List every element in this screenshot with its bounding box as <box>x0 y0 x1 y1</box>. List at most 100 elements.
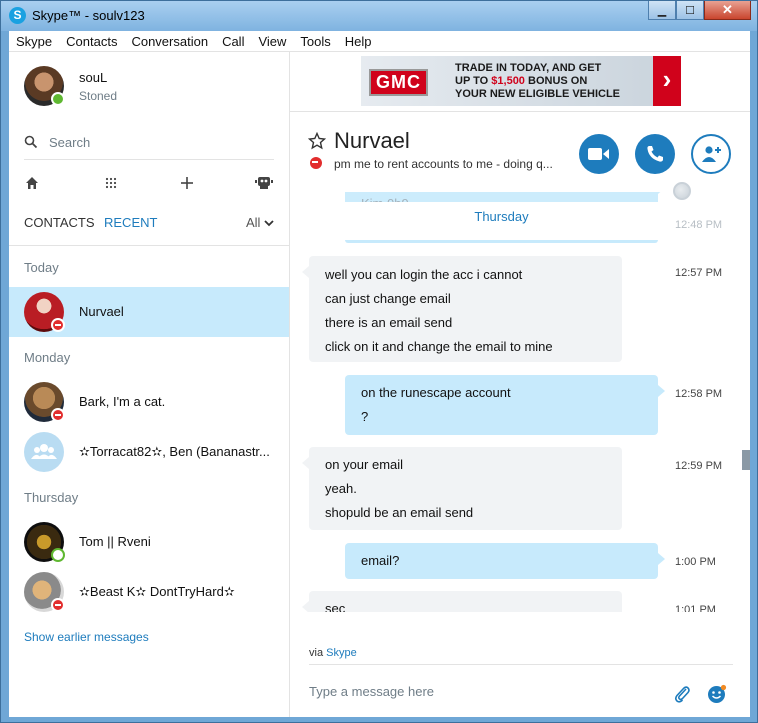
away-status-icon <box>51 598 65 612</box>
contact-mood: pm me to rent accounts to me - doing q..… <box>334 157 553 171</box>
filter-dropdown[interactable]: All <box>246 215 274 230</box>
message-line: email? <box>361 553 400 568</box>
profile-area[interactable]: souL Stoned <box>9 52 289 124</box>
ad-line-2-pre: UP TO <box>455 75 492 87</box>
message-time: 12:59 PM <box>675 460 723 472</box>
header-divider <box>290 111 750 112</box>
add-participant-button[interactable] <box>691 134 731 174</box>
menu-call[interactable]: Call <box>215 34 251 49</box>
message-line: on the runescape account <box>361 385 511 400</box>
profile-mood: Stoned <box>79 89 118 103</box>
message-time: 1:01 PM <box>675 604 716 612</box>
message-line: well you can login the acc i cannot <box>325 267 523 282</box>
add-icon[interactable] <box>180 176 194 190</box>
day-divider: Thursday <box>345 202 658 242</box>
skype-logo-icon: S <box>9 7 26 24</box>
window-title: Skype™ - soulv123 <box>32 8 145 23</box>
message-input[interactable]: Type a message here <box>309 684 434 699</box>
home-icon[interactable] <box>24 175 40 191</box>
menu-help[interactable]: Help <box>338 34 379 49</box>
message-line: sec <box>325 601 346 612</box>
ad-banner[interactable]: GMC TRADE IN TODAY, AND GET UP TO $1,500… <box>361 56 681 106</box>
menu-tools[interactable]: Tools <box>293 34 337 49</box>
list-item[interactable]: Bark, I'm a cat. <box>9 377 289 427</box>
search-icon <box>24 135 38 149</box>
minimize-button[interactable]: ▁ <box>648 1 676 20</box>
dialpad-icon[interactable] <box>105 177 117 189</box>
message-line: yeah. <box>325 481 357 496</box>
maximize-button[interactable]: ☐ <box>676 1 704 20</box>
ad-arrow-icon: › <box>653 56 681 106</box>
attach-file-icon[interactable] <box>674 683 690 703</box>
via-skype-link[interactable]: Skype <box>326 647 357 659</box>
menu-contacts[interactable]: Contacts <box>59 34 124 49</box>
message-bubble: on your email yeah. shopuld be an email … <box>302 447 622 530</box>
show-earlier-link[interactable]: Show earlier messages <box>24 630 149 644</box>
contact-name: Nurvael <box>79 304 124 319</box>
title-bar: S Skype™ - soulv123 ▁ ☐ ✕ <box>1 1 757 31</box>
contact-name: Bark, I'm a cat. <box>79 394 166 409</box>
bot-icon[interactable] <box>255 174 273 190</box>
list-item[interactable]: Nurvael <box>9 287 289 337</box>
conversation-pane: GMC TRADE IN TODAY, AND GET UP TO $1,500… <box>290 52 750 717</box>
group-icon <box>31 444 57 459</box>
profile-name: souL <box>79 70 108 85</box>
menu-skype[interactable]: Skype <box>9 34 59 49</box>
menu-view[interactable]: View <box>251 34 293 49</box>
message-line: can just change email <box>325 291 451 306</box>
divider-line <box>345 240 658 243</box>
composer-divider <box>309 664 733 665</box>
add-person-icon <box>702 146 721 162</box>
message-bubble: well you can login the acc i cannot can … <box>302 256 622 362</box>
ad-bonus-amount: $1,500 <box>491 75 525 87</box>
tab-recent[interactable]: RECENT <box>104 215 157 230</box>
message-time: 12:48 PM <box>675 219 723 231</box>
video-camera-icon <box>588 148 609 160</box>
filter-label: All <box>246 215 261 230</box>
list-item[interactable]: Tom || Rveni <box>9 517 289 567</box>
gmc-logo: GMC <box>369 69 428 96</box>
smiley-icon <box>708 684 727 703</box>
message-line: on your email <box>325 457 404 472</box>
contact-name: ✫Torracat82✫, Ben (Bananastr... <box>79 444 270 459</box>
conversation-title: Nurvael <box>334 128 410 153</box>
audio-call-button[interactable] <box>635 134 675 174</box>
away-status-icon <box>310 157 322 169</box>
menu-bar: Skype Contacts Conversation Call View To… <box>9 31 750 52</box>
list-item[interactable]: ✫Beast K✫ DontTryHard✫ <box>9 567 289 617</box>
message-time: 12:57 PM <box>675 267 723 279</box>
message-bubble: on the runescape account ? <box>345 375 665 435</box>
message-bubble: email? <box>345 543 665 579</box>
contact-name: Tom || Rveni <box>79 534 151 549</box>
group-avatar <box>24 432 64 472</box>
message-line: there is an email send <box>325 315 453 330</box>
divider <box>9 245 289 246</box>
tab-contacts[interactable]: CONTACTS <box>24 215 95 230</box>
away-status-icon <box>51 318 65 332</box>
menu-conversation[interactable]: Conversation <box>124 34 215 49</box>
search-box[interactable]: Search <box>24 128 274 160</box>
ad-line-2: UP TO $1,500 BONUS ON <box>455 75 587 87</box>
favorite-star-icon[interactable] <box>308 132 326 150</box>
message-bubble: sec <box>302 591 622 612</box>
emoticon-button[interactable] <box>707 684 727 704</box>
message-line: ? <box>361 409 369 424</box>
online-status-icon <box>51 548 65 562</box>
message-line: shopuld be an email send <box>325 505 474 520</box>
via-prefix: via <box>309 647 327 659</box>
ad-line-3: YOUR NEW ELIGIBLE VEHICLE <box>455 88 621 100</box>
scrollbar-thumb[interactable] <box>742 450 750 470</box>
video-call-button[interactable] <box>579 134 619 174</box>
day-divider-label: Thursday <box>474 209 529 224</box>
contact-name: ✫Beast K✫ DontTryHard✫ <box>79 584 235 599</box>
away-status-icon <box>51 408 65 422</box>
ad-line-2-post: BONUS ON <box>524 75 588 87</box>
list-item[interactable]: ✫Torracat82✫, Ben (Bananastr... <box>9 427 289 477</box>
ad-line-1: TRADE IN TODAY, AND GET <box>455 62 602 74</box>
online-status-icon <box>51 92 65 106</box>
search-input[interactable]: Search <box>49 135 90 150</box>
close-button[interactable]: ✕ <box>704 1 751 20</box>
skype-window: S Skype™ - soulv123 ▁ ☐ ✕ Skype Contacts… <box>0 0 758 723</box>
message-line: click on it and change the email to mine <box>325 339 553 354</box>
via-line: via Skype <box>309 647 357 659</box>
